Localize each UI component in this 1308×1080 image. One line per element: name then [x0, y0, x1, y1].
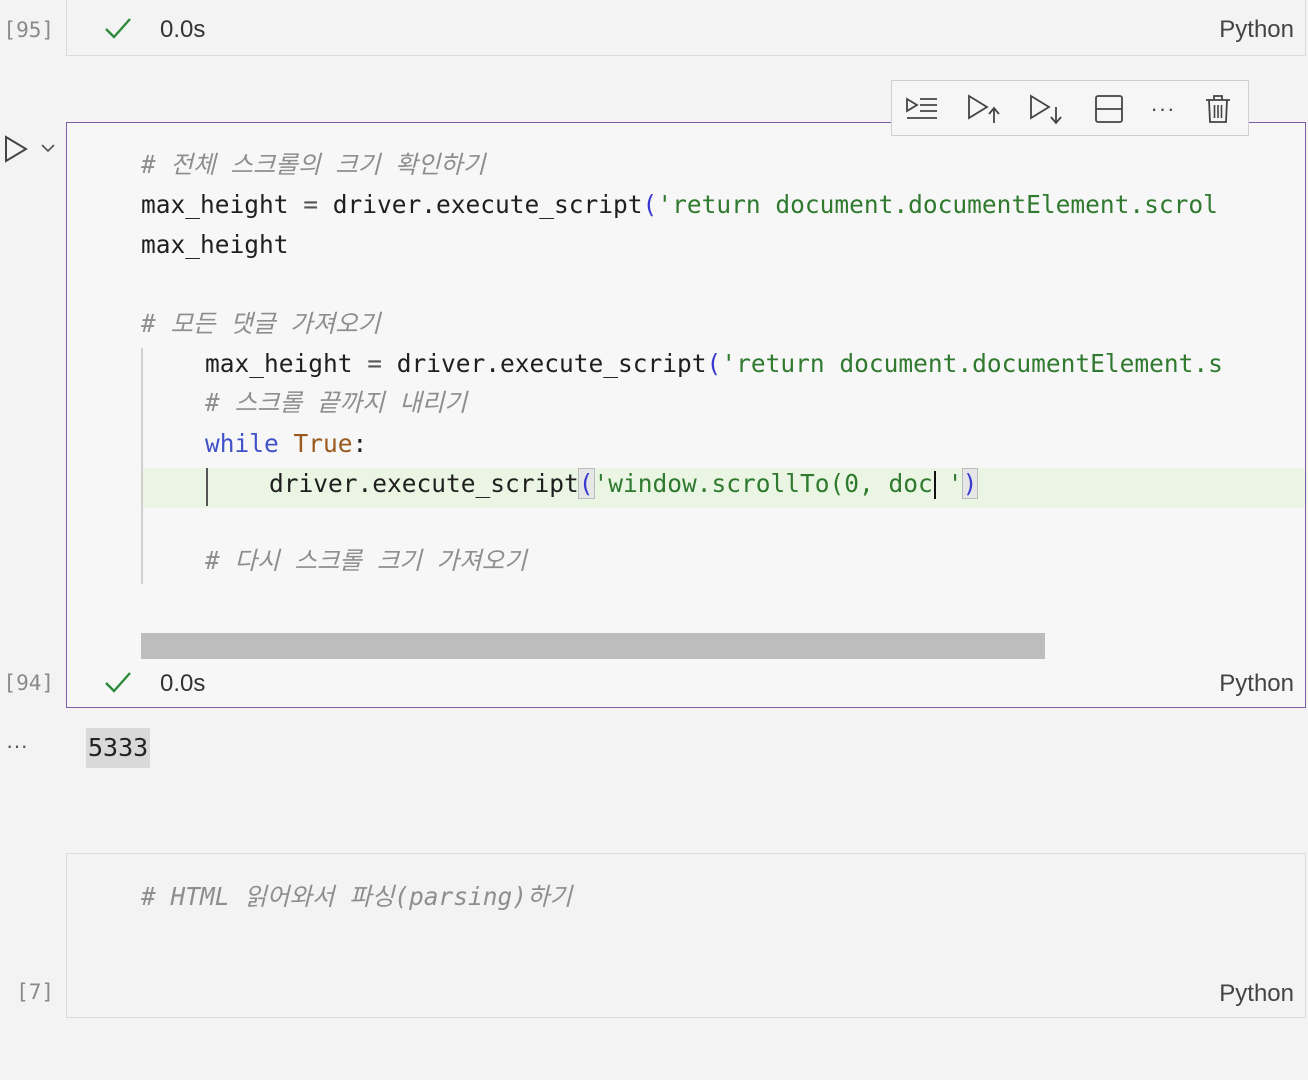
variable: max_height	[141, 190, 289, 219]
execution-count: [95]	[3, 18, 54, 42]
code-line: max_height = driver.execute_script('retu…	[205, 349, 1223, 379]
paren: (	[642, 190, 658, 219]
string-literal: 'return document.documentElement.s	[721, 349, 1223, 378]
string-literal: '	[947, 469, 963, 498]
function-call: driver.execute_script	[396, 349, 707, 378]
language-label[interactable]: Python	[1219, 670, 1294, 698]
function-call: driver.execute_script	[332, 190, 643, 219]
output-more-icon[interactable]: ···	[6, 733, 28, 759]
text-cursor	[933, 471, 936, 499]
string-literal: 'return document.documentElement.scrol	[657, 190, 1218, 219]
more-icon[interactable]: ···	[1145, 91, 1181, 127]
run-below-icon[interactable]	[1028, 91, 1064, 127]
code-comment: # 다시 스크롤 크기 가져오기	[205, 546, 527, 575]
chevron-down-icon[interactable]	[38, 138, 58, 158]
code-line: while True:	[205, 429, 367, 459]
indent-guide	[206, 468, 208, 506]
colon: :	[352, 429, 368, 458]
paren: (	[577, 468, 595, 499]
cell-status-bar: 0.0s Python	[66, 660, 1306, 708]
keyword: while	[205, 429, 279, 458]
function-call: driver.execute_script	[269, 469, 579, 498]
horizontal-scrollbar[interactable]	[141, 633, 1045, 659]
execution-count: [7]	[16, 980, 54, 1004]
code-comment: # 스크롤 끝까지 내리기	[205, 388, 467, 417]
cell-status-bar: 0.0s Python	[66, 6, 1306, 54]
cell-output: 5333	[86, 728, 151, 768]
run-above-icon[interactable]	[966, 91, 1002, 127]
code-editor[interactable]: # 전체 스크롤의 크기 확인하기 max_height = driver.ex…	[67, 124, 1305, 660]
code-line-current: driver.execute_script('window.scrollTo(0…	[269, 468, 979, 499]
operator: =	[288, 190, 333, 219]
paren: (	[706, 349, 722, 378]
string-literal: 'window.scrollTo(0, doc	[593, 469, 933, 498]
execution-count: [94]	[3, 671, 54, 695]
execution-time: 0.0s	[160, 16, 206, 43]
code-comment: # 전체 스크롤의 크기 확인하기	[141, 150, 486, 179]
code-comment: # HTML 읽어와서 파싱(parsing)하기	[141, 882, 573, 911]
check-icon	[102, 12, 134, 49]
language-label[interactable]: Python	[1219, 980, 1294, 1008]
execution-time: 0.0s	[160, 670, 206, 697]
code-line: max_height = driver.execute_script('retu…	[141, 190, 1218, 220]
cell-status-bar: Python	[66, 970, 1306, 1018]
delete-icon[interactable]	[1200, 91, 1236, 127]
paren: )	[961, 468, 979, 499]
code-comment: # 모든 댓글 가져오기	[141, 309, 381, 338]
variable: max_height	[205, 349, 353, 378]
run-by-line-icon[interactable]	[904, 91, 940, 127]
language-label[interactable]: Python	[1219, 16, 1294, 44]
run-cell-button[interactable]	[2, 134, 30, 164]
code-line: max_height	[141, 230, 289, 259]
split-cell-icon[interactable]	[1091, 91, 1127, 127]
constant: True	[293, 429, 353, 458]
operator: =	[352, 349, 397, 378]
check-icon	[102, 666, 134, 703]
indent-guide	[141, 348, 143, 584]
